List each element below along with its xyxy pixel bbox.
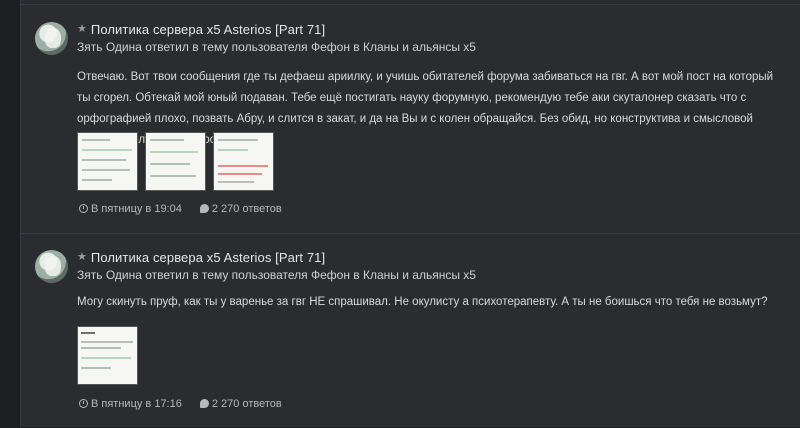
- attachment-thumbnail[interactable]: [77, 132, 138, 191]
- title-row: ★ Политика сервера x5 Asterios [Part 71]: [77, 250, 325, 265]
- attachment-thumbnail[interactable]: [145, 132, 206, 191]
- star-icon: ★: [77, 251, 87, 263]
- activity-meta: Зять Одина ответил в тему пользователя Ф…: [77, 40, 476, 54]
- reply-count: 2 270 ответов: [199, 398, 282, 410]
- reply-count: 2 270 ответов: [199, 203, 282, 215]
- activity-footer: В пятницу в 19:04 2 270 ответов: [79, 203, 282, 215]
- attachment-thumbnails: [77, 132, 274, 191]
- avatar[interactable]: [35, 22, 68, 55]
- avatar[interactable]: [35, 250, 68, 283]
- post-date-label: В пятницу в 19:04: [91, 203, 182, 215]
- activity-item: ★ Политика сервера x5 Asterios [Part 71]…: [21, 5, 800, 233]
- activity-meta: Зять Одина ответил в тему пользователя Ф…: [77, 268, 476, 282]
- attachment-thumbnails: [77, 326, 138, 385]
- topic-title-link[interactable]: Политика сервера x5 Asterios [Part 71]: [91, 250, 325, 265]
- activity-footer: В пятницу в 17:16 2 270 ответов: [79, 398, 282, 410]
- activity-item: ★ Политика сервера x5 Asterios [Part 71]…: [21, 233, 800, 428]
- post-date[interactable]: В пятницу в 17:16: [79, 398, 182, 410]
- activity-feed: ★ Политика сервера x5 Asterios [Part 71]…: [20, 0, 800, 427]
- star-icon: ★: [77, 23, 87, 35]
- post-excerpt: Могу скинуть пруф, как ты у варенье за г…: [77, 296, 768, 308]
- attachment-thumbnail[interactable]: [213, 132, 274, 191]
- topic-title-link[interactable]: Политика сервера x5 Asterios [Part 71]: [91, 22, 325, 37]
- post-date-label: В пятницу в 17:16: [91, 398, 182, 410]
- attachment-thumbnail[interactable]: [77, 326, 138, 385]
- speech-bubble-icon: [199, 204, 209, 213]
- post-date[interactable]: В пятницу в 19:04: [79, 203, 182, 215]
- speech-bubble-icon: [199, 399, 209, 408]
- reply-count-label: 2 270 ответов: [211, 398, 282, 410]
- title-row: ★ Политика сервера x5 Asterios [Part 71]: [77, 22, 325, 37]
- clock-icon: [79, 204, 88, 213]
- reply-count-label: 2 270 ответов: [211, 203, 282, 215]
- clock-icon: [79, 399, 88, 408]
